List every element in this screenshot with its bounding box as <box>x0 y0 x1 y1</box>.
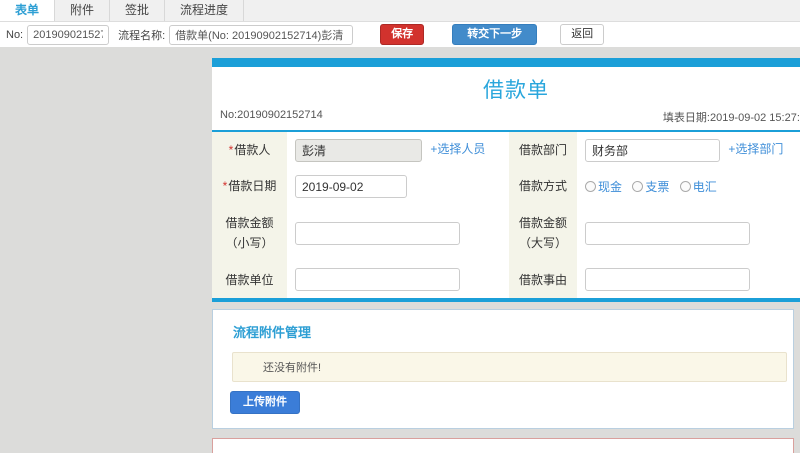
loan-date-label: *借款日期 <box>212 168 287 205</box>
amount-lower-label: 借款金额（小写） <box>212 204 287 262</box>
doc-number: No:20190902152714 <box>220 109 323 121</box>
toolbar: No: 流程名称: 保存 转交下一步 返回 <box>0 22 800 47</box>
required-mark: * <box>222 179 228 194</box>
loan-date-input[interactable] <box>295 175 407 199</box>
loan-reason-input[interactable] <box>585 268 750 292</box>
attachments-panel: 流程附件管理 还没有附件! 上传附件 <box>212 308 794 429</box>
fill-date: 填表日期:2019-09-02 15:27:1 <box>662 112 800 124</box>
required-mark: * <box>228 143 234 157</box>
radio-cash[interactable]: 现金 <box>585 180 622 194</box>
flow-name-label: 流程名称: <box>118 29 166 42</box>
tab-attachment[interactable]: 附件 <box>55 0 111 21</box>
radio-circle-icon[interactable] <box>632 181 644 193</box>
radio-circle-icon[interactable] <box>585 181 596 193</box>
no-attachments-alert: 还没有附件! <box>232 351 787 382</box>
tab-form[interactable]: 表单 <box>0 0 56 21</box>
panel-top-bar <box>212 58 800 67</box>
attachments-header: 流程附件管理 <box>233 324 312 340</box>
loan-form-table: *借款人 +选择人员 借款部门 +选择部门 *借款日期 <box>212 132 800 298</box>
no-label: No: <box>6 28 24 41</box>
amount-upper-label: 借款金额（大写） <box>509 204 577 262</box>
loan-reason-label: 借款事由 <box>509 261 577 298</box>
tab-bar: 表单 附件 签批 流程进度 <box>0 0 800 22</box>
department-input[interactable] <box>585 138 720 162</box>
tab-progress[interactable]: 流程进度 <box>165 0 245 21</box>
select-person-link[interactable]: +选择人员 <box>430 142 485 156</box>
page-content: 借款单 No:20190902152714 填表日期:2019-09-02 15… <box>0 47 800 453</box>
select-department-link[interactable]: +选择部门 <box>728 142 783 156</box>
table-row: *借款人 +选择人员 借款部门 +选择部门 <box>212 132 800 169</box>
upload-attachment-button[interactable]: 上传附件 <box>230 390 300 414</box>
table-row: 借款金额（小写） 借款金额（大写） <box>212 204 800 262</box>
borrower-input[interactable] <box>295 138 422 162</box>
table-row: 借款单位 借款事由 <box>212 261 800 298</box>
loan-form-panel: 借款单 No:20190902152714 填表日期:2019-09-02 15… <box>212 58 800 302</box>
save-button[interactable]: 保存 <box>380 24 425 45</box>
form-title: 借款单 <box>483 79 549 102</box>
department-label: 借款部门 <box>509 132 577 169</box>
loan-unit-label: 借款单位 <box>212 261 287 298</box>
radio-wire[interactable]: 电汇 <box>679 180 717 194</box>
no-input[interactable] <box>27 24 110 45</box>
flow-name-input[interactable] <box>169 24 354 45</box>
amount-lower-input[interactable] <box>295 221 460 245</box>
loan-method-label: 借款方式 <box>509 168 577 205</box>
approval-panel: 流程签批意见 B I abc <box>212 437 794 453</box>
table-row: *借款日期 借款方式 现金 支票 电汇 <box>212 168 800 205</box>
tab-approval[interactable]: 签批 <box>110 0 166 21</box>
forward-next-step-button[interactable]: 转交下一步 <box>452 24 538 45</box>
amount-upper-input[interactable] <box>585 221 750 245</box>
back-button[interactable]: 返回 <box>560 24 605 45</box>
loan-unit-input[interactable] <box>295 268 460 292</box>
borrower-label: *借款人 <box>212 132 287 169</box>
radio-circle-icon[interactable] <box>679 181 691 193</box>
panel-bottom-bar <box>212 297 800 302</box>
form-meta-row: No:20190902152714 填表日期:2019-09-02 15:27:… <box>212 107 800 130</box>
radio-cheque[interactable]: 支票 <box>632 180 669 194</box>
